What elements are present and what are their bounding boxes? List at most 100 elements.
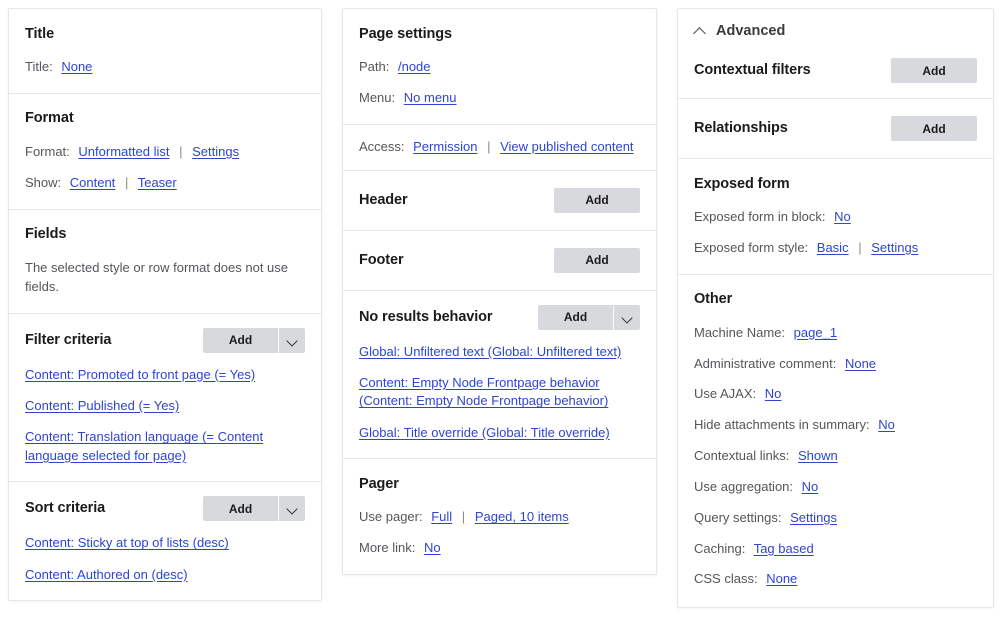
section-heading: Header	[359, 191, 408, 208]
contextual-links-row: Contextual links: Shown	[694, 447, 977, 466]
section-heading: Fields	[25, 226, 67, 243]
access-row: Access: Permission | View published cont…	[359, 138, 640, 157]
add-contextual-filter-button[interactable]: Add	[891, 58, 977, 83]
path-value-link[interactable]: /node	[398, 59, 431, 74]
use-aggregation-link[interactable]: No	[802, 479, 819, 494]
row-label: Contextual links:	[694, 448, 790, 464]
exposed-form-header: Exposed form	[694, 173, 977, 195]
row-label: CSS class:	[694, 571, 758, 587]
list-item[interactable]: Content: Translation language (= Content…	[25, 428, 305, 465]
css-class-link[interactable]: None	[766, 571, 797, 586]
add-relationship-button[interactable]: Add	[891, 116, 977, 141]
query-settings-link[interactable]: Settings	[790, 510, 837, 525]
show-content-link[interactable]: Content	[70, 175, 116, 190]
chevron-down-icon[interactable]	[279, 496, 305, 522]
exposed-form-section: Exposed form Exposed form in block: No E…	[678, 159, 993, 275]
advanced-toggle[interactable]: Advanced	[694, 23, 977, 39]
use-aggregation-row: Use aggregation: No	[694, 478, 977, 497]
use-ajax-link[interactable]: No	[765, 386, 782, 401]
add-footer-button[interactable]: Add	[554, 247, 640, 273]
right-settings-column: Advanced Contextual filters Add Relation…	[677, 8, 994, 609]
section-heading: Sort criteria	[25, 500, 106, 517]
section-heading: Filter criteria	[25, 331, 112, 348]
exposed-form-settings-link[interactable]: Settings	[871, 240, 918, 255]
css-class-row: CSS class: None	[694, 570, 977, 589]
access-permission-link[interactable]: Permission	[413, 139, 477, 154]
exposed-form-style-row: Exposed form style: Basic | Settings	[694, 239, 977, 258]
pager-items-link[interactable]: Paged, 10 items	[475, 509, 569, 524]
row-label: Show:	[25, 174, 62, 190]
add-sort-button[interactable]: Add	[203, 496, 279, 522]
views-ui-edit-board: Title Title: None Format Format: Unforma…	[0, 0, 1000, 639]
section-heading: No results behavior	[359, 308, 493, 325]
menu-value-link[interactable]: No menu	[404, 90, 457, 105]
chevron-down-icon[interactable]	[614, 304, 640, 330]
more-link-value[interactable]: No	[424, 540, 441, 555]
separator: |	[487, 138, 491, 154]
hide-attachments-link[interactable]: No	[878, 417, 895, 432]
separator: |	[124, 174, 129, 190]
row-label: Exposed form style:	[694, 239, 809, 255]
header-section-header: Header Add	[359, 187, 640, 213]
contextual-links-link[interactable]: Shown	[798, 448, 838, 463]
more-link-row: More link: No	[359, 539, 640, 558]
page-settings-header: Page settings	[359, 23, 640, 45]
title-row: Title: None	[25, 58, 305, 77]
add-header-button[interactable]: Add	[554, 187, 640, 213]
list-item[interactable]: Content: Promoted to front page (= Yes)	[25, 366, 305, 384]
access-section: Access: Permission | View published cont…	[343, 125, 656, 171]
pager-header: Pager	[359, 473, 640, 495]
row-label: Use AJAX:	[694, 386, 757, 402]
contextual-filters-add-button-group: Add	[891, 58, 977, 83]
exposed-form-style-link[interactable]: Basic	[817, 240, 849, 255]
format-settings-link[interactable]: Settings	[192, 144, 239, 159]
footer-section: Footer Add	[343, 231, 656, 291]
row-label: Format:	[25, 143, 70, 159]
row-label: Access:	[359, 138, 405, 154]
format-style-link[interactable]: Unformatted list	[78, 144, 169, 159]
middle-settings-column: Page settings Path: /node Menu: No menu …	[342, 8, 657, 576]
show-teaser-link[interactable]: Teaser	[138, 175, 177, 190]
access-view-published-link[interactable]: View published content	[500, 139, 633, 154]
relationships-header: Relationships Add	[694, 116, 977, 141]
relationships-add-button-group: Add	[891, 116, 977, 141]
sort-criteria-header: Sort criteria Add	[25, 496, 305, 522]
title-value-link[interactable]: None	[61, 59, 92, 74]
row-label: More link:	[359, 540, 416, 556]
list-item[interactable]: Content: Empty Node Frontpage behavior (…	[359, 374, 640, 411]
sort-criteria-section: Sort criteria Add Content: Sticky at top…	[9, 482, 321, 600]
list-item[interactable]: Global: Title override (Global: Title ov…	[359, 424, 640, 442]
caching-link[interactable]: Tag based	[754, 541, 814, 556]
filter-criteria-section: Filter criteria Add Content: Promoted to…	[9, 314, 321, 483]
list-item[interactable]: Global: Unfiltered text (Global: Unfilte…	[359, 343, 640, 361]
pager-type-link[interactable]: Full	[431, 509, 452, 524]
add-filter-button[interactable]: Add	[203, 327, 279, 353]
no-results-header: No results behavior Add	[359, 304, 640, 330]
section-heading: Other	[694, 291, 733, 308]
exposed-form-in-block-link[interactable]: No	[834, 209, 851, 224]
row-label: Administrative comment:	[694, 355, 837, 371]
no-results-behavior-section: No results behavior Add Global: Unfilter…	[343, 291, 656, 460]
administrative-comment-link[interactable]: None	[845, 356, 876, 371]
list-item[interactable]: Content: Published (= Yes)	[25, 397, 305, 415]
row-label: Query settings:	[694, 509, 782, 525]
format-section-header: Format	[25, 108, 305, 130]
use-pager-row: Use pager: Full | Paged, 10 items	[359, 508, 640, 527]
separator: |	[858, 239, 862, 255]
fields-section: Fields The selected style or row format …	[9, 210, 321, 314]
chevron-down-icon[interactable]	[279, 327, 305, 353]
section-heading: Contextual filters	[694, 62, 811, 79]
title-section: Title Title: None	[9, 9, 321, 94]
row-label: Hide attachments in summary:	[694, 417, 870, 433]
row-label: Machine Name:	[694, 324, 786, 340]
section-heading: Format	[25, 110, 74, 127]
machine-name-link[interactable]: page_1	[794, 325, 837, 340]
row-label: Use aggregation:	[694, 478, 794, 494]
exposed-form-in-block-row: Exposed form in block: No	[694, 208, 977, 227]
list-item[interactable]: Content: Sticky at top of lists (desc)	[25, 534, 305, 552]
add-no-results-button[interactable]: Add	[538, 304, 614, 330]
fields-section-header: Fields	[25, 224, 305, 246]
list-item[interactable]: Content: Authored on (desc)	[25, 566, 305, 584]
row-label: Exposed form in block:	[694, 209, 826, 224]
chevron-up-icon	[694, 25, 707, 38]
